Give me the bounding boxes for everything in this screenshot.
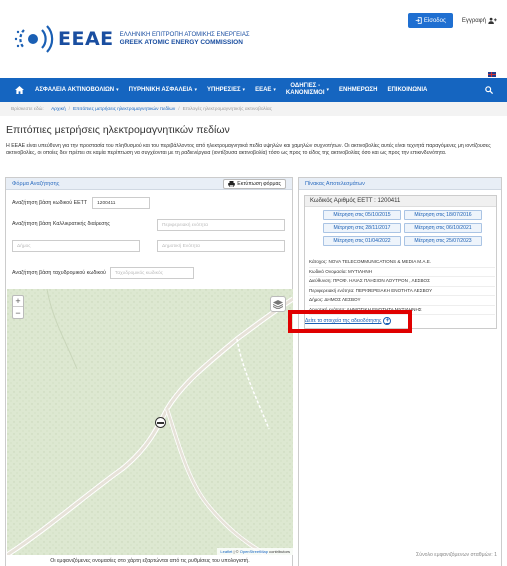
postal-code-input[interactable]: Ταχυδρομικός κωδικός: [109, 267, 194, 279]
breadcrumb: Βρίσκεστε εδώ: Αρχική / Επιτόπιες μετρήσ…: [0, 102, 507, 116]
eett-code-title: Κωδικός Αριθμός ΕΕΤΤ : 1200411: [305, 196, 496, 207]
eett-code-input[interactable]: 1200411: [92, 197, 151, 209]
intro-text: Η ΕΕΑΕ είναι υπεύθυνη για την προστασία …: [6, 143, 491, 157]
breadcrumb-home[interactable]: Αρχική: [51, 107, 66, 112]
nav-epikoinonia[interactable]: ΕΠΙΚΟΙΝΩΝΙΑ: [382, 87, 432, 93]
map-attribution: Leaflet | © OpenStreetMap contributors: [217, 548, 293, 555]
measurement-button[interactable]: Μέτρηση στις 25/07/2023: [404, 236, 482, 246]
results-panel: Πίνακας Αποτελεσμάτων Κωδικός Αριθμός ΕΕ…: [298, 177, 502, 566]
english-flag-icon[interactable]: [488, 72, 496, 77]
page-title: Επιτόπιες μετρήσεις ηλεκτρομαγνητικών πε…: [6, 124, 230, 136]
main-nav: ΑΣΦΑΛΕΙΑ ΑΚΤΙΝΟΒΟΛΙΩΝ ▾ ΠΥΡΗΝΙΚΗ ΑΣΦΑΛΕΙΑ…: [0, 78, 507, 102]
site-logo[interactable]: EEAE ΕΛΛΗΝΙΚΗ ΕΠΙΤΡΟΠΗ ΑΤΟΜΙΚΗΣ ΕΝΕΡΓΕΙΑ…: [12, 22, 250, 56]
dimotiki-enotita-input[interactable]: Δημοτική Ενότητα: [157, 240, 285, 252]
logo-english-name: GREEK ATOMIC ENERGY COMMISSION: [119, 39, 243, 46]
dimos-input[interactable]: Δήμος: [12, 240, 140, 252]
zoom-in-button[interactable]: +: [13, 296, 23, 307]
nav-enimerosi[interactable]: ΕΝΗΜΕΡΩΣΗ: [334, 87, 382, 93]
eett-search-label: Αναζήτηση βάση κωδικού ΕΕΤΤ: [12, 200, 88, 206]
login-icon: [415, 17, 422, 24]
map-zoom-control: + −: [12, 295, 24, 319]
map-terrain: [7, 289, 293, 555]
measurements-grid: Μέτρηση στις 05/10/2015 Μέτρηση στις 18/…: [323, 210, 482, 246]
register-link[interactable]: Εγγραφή: [462, 17, 497, 24]
info-dimos: Δήμος: ΔΗΜΟΣ ΛΕΣΒΟΥ: [309, 296, 495, 306]
info-periphery: Περιφερειακή ενότητα: ΠΕΡΙΦΕΡΕΙΑΚΗ ΕΝΟΤΗ…: [309, 287, 495, 296]
atom-logo-icon: [12, 22, 54, 56]
highlight-box: [288, 310, 412, 333]
nav-asfaleia-aktinovolion[interactable]: ΑΣΦΑΛΕΙΑ ΑΚΤΙΝΟΒΟΛΙΩΝ ▾: [30, 87, 124, 93]
search-icon[interactable]: [479, 78, 499, 102]
breadcrumb-prefix: Βρίσκεστε εδώ:: [11, 106, 44, 112]
breadcrumb-parent[interactable]: Επιτόπιες μετρήσεις ηλεκτρομαγνητικών πε…: [73, 107, 175, 112]
register-label: Εγγραφή: [461, 17, 486, 24]
site-header: EEAE ΕΛΛΗΝΙΚΗ ΕΠΙΤΡΟΠΗ ΑΤΟΜΙΚΗΣ ΕΝΕΡΓΕΙΑ…: [0, 0, 507, 72]
nav-odigies-kanonismoi[interactable]: ΟΔΗΓΙΕΣ - ΚΑΝΟΝΙΣΜΟΙ ▾: [281, 83, 334, 97]
nav-ypiresies[interactable]: ΥΠΗΡΕΣΙΕΣ ▾: [202, 87, 250, 93]
zoom-out-button[interactable]: −: [13, 307, 23, 318]
measurement-button[interactable]: Μέτρηση στις 05/10/2015: [323, 210, 401, 220]
login-button[interactable]: Είσοδος: [407, 13, 453, 28]
nav-pyriniki-asfaleia[interactable]: ΠΥΡΗΝΙΚΗ ΑΣΦΑΛΕΙΑ ▾: [124, 87, 202, 93]
leaflet-link[interactable]: Leaflet: [220, 549, 232, 554]
measurement-button[interactable]: Μέτρηση στις 06/10/2021: [404, 223, 482, 233]
print-icon: [228, 180, 236, 187]
search-form-panel: Φόρμα Αναζήτησης Εκτύπωση φόρμας Αναζήτη…: [5, 177, 293, 566]
osm-link[interactable]: OpenStreetMap: [240, 549, 268, 554]
info-address: Διεύθυνση: ΠΡΟΦ. ΗΛΙΑΣ ΠΛΗΣΙΟΝ ΛΟΥΤΡΟΝ ,…: [309, 277, 495, 287]
login-label: Είσοδος: [423, 17, 446, 24]
periphery-input[interactable]: Περιφερειακή ενότητα: [157, 219, 285, 231]
station-marker-icon[interactable]: [155, 417, 166, 428]
logo-greek-name: ΕΛΛΗΝΙΚΗ ΕΠΙΤΡΟΠΗ ΑΤΟΜΙΚΗΣ ΕΝΕΡΓΕΙΑΣ: [119, 32, 250, 38]
kallikratis-search-label: Αναζήτηση βάση Καλλικρατικής διαίρεσης: [12, 221, 110, 227]
measurement-button[interactable]: Μέτρηση στις 01/04/2022: [323, 236, 401, 246]
measurement-button[interactable]: Μέτρηση στις 28/11/2017: [323, 223, 401, 233]
measurement-button[interactable]: Μέτρηση στις 18/07/2016: [404, 210, 482, 220]
logo-acronym: EEAE: [58, 28, 114, 50]
layers-icon[interactable]: [270, 296, 286, 312]
postal-search-label: Αναζήτηση βάση ταχυδρομικού κωδικού: [12, 270, 106, 276]
search-form-heading: Φόρμα Αναζήτησης: [12, 180, 60, 187]
info-code-name: Κωδικό Ονομασία: ΜΥΤΙΛΗΝΗ: [309, 268, 495, 277]
station-info: Κάτοχος: NOVA TELECOMMUNICATIONS & MEDIA…: [309, 258, 495, 315]
home-icon[interactable]: [8, 78, 30, 102]
info-owner: Κάτοχος: NOVA TELECOMMUNICATIONS & MEDIA…: [309, 258, 495, 268]
print-form-button[interactable]: Εκτύπωση φόρμας: [223, 178, 286, 189]
nav-eeae[interactable]: ΕΕΑΕ ▾: [250, 87, 281, 93]
map-view[interactable]: + − Leaflet | © OpenStreetMap contributo…: [7, 289, 293, 555]
breadcrumb-current: Επιλογές ηλεκτρομαγνητικής ακτινοβολίας: [182, 106, 272, 112]
station-total: Σύνολο εμφανιζόμενων σταθμών: 1: [416, 552, 497, 558]
result-card: Κωδικός Αριθμός ΕΕΤΤ : 1200411 Μέτρηση σ…: [304, 195, 497, 329]
results-heading: Πίνακας Αποτελεσμάτων: [305, 180, 365, 187]
map-note: Οι εμφανιζόμενες ονομασίες στο χάρτη εξα…: [50, 558, 250, 564]
user-plus-icon: [488, 17, 497, 24]
